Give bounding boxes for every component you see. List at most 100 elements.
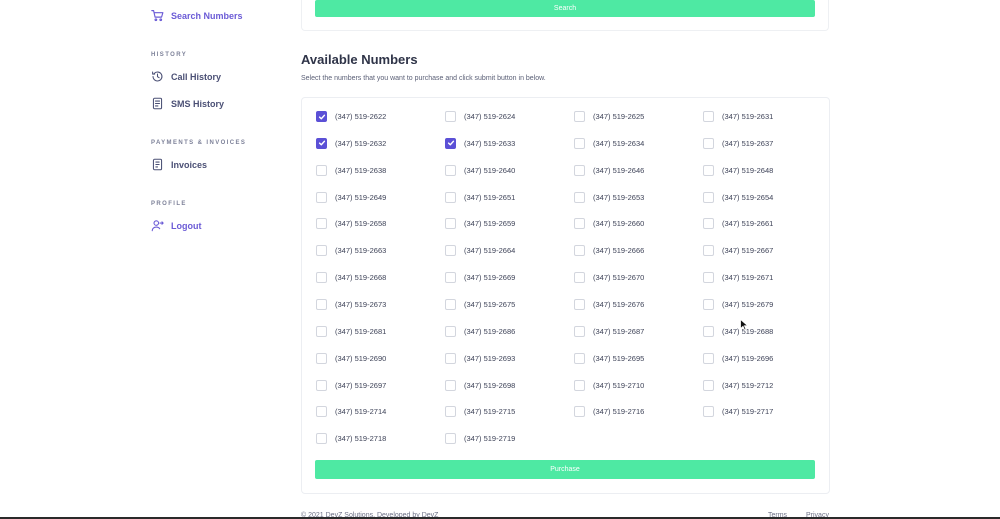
checkbox[interactable] [316,352,327,364]
number-option[interactable]: (347) 519-2649 [316,191,386,203]
checkbox[interactable] [445,298,456,310]
checkbox[interactable] [316,433,327,445]
checkbox[interactable] [445,191,456,203]
number-option[interactable]: (347) 519-2664 [445,245,515,257]
number-option[interactable]: (347) 519-2719 [445,433,515,445]
number-option[interactable]: (347) 519-2653 [574,191,644,203]
purchase-button[interactable]: Purchase [315,460,815,479]
checkbox-checked[interactable] [316,137,327,149]
number-option[interactable]: (347) 519-2666 [574,245,644,257]
number-option[interactable]: (347) 519-2696 [703,352,773,364]
checkbox[interactable] [703,325,714,337]
checkbox[interactable] [703,379,714,391]
checkbox[interactable] [316,218,327,230]
checkbox[interactable] [574,218,585,230]
checkbox[interactable] [445,245,456,257]
number-option[interactable]: (347) 519-2633 [445,137,515,149]
checkbox[interactable] [316,191,327,203]
sidebar-item-logout[interactable]: Logout [151,219,202,232]
number-option[interactable]: (347) 519-2658 [316,218,386,230]
number-option[interactable]: (347) 519-2632 [316,137,386,149]
checkbox-checked[interactable] [316,111,327,122]
checkbox[interactable] [703,352,714,364]
checkbox[interactable] [316,379,327,391]
search-button[interactable]: Search [315,0,815,17]
number-option[interactable]: (347) 519-2648 [703,164,773,176]
sidebar-item-sms-history[interactable]: SMS History [151,97,224,110]
number-option[interactable]: (347) 519-2638 [316,164,386,176]
checkbox[interactable] [703,191,714,203]
number-option[interactable]: (347) 519-2695 [574,352,644,364]
checkbox[interactable] [703,218,714,230]
number-option[interactable]: (347) 519-2675 [445,298,515,310]
checkbox[interactable] [445,433,456,445]
checkbox[interactable] [445,406,456,418]
number-option[interactable]: (347) 519-2676 [574,298,644,310]
checkbox[interactable] [574,379,585,391]
number-option[interactable]: (347) 519-2688 [703,325,773,337]
checkbox[interactable] [316,245,327,257]
number-option[interactable]: (347) 519-2659 [445,218,515,230]
number-option[interactable]: (347) 519-2669 [445,272,515,284]
checkbox[interactable] [574,111,585,122]
sidebar-item-invoices[interactable]: Invoices [151,158,207,171]
checkbox[interactable] [445,218,456,230]
checkbox[interactable] [445,272,456,284]
number-option[interactable]: (347) 519-2697 [316,379,386,391]
checkbox[interactable] [574,298,585,310]
checkbox[interactable] [445,325,456,337]
checkbox[interactable] [703,406,714,418]
number-option[interactable]: (347) 519-2661 [703,218,773,230]
number-option[interactable]: (347) 519-2651 [445,191,515,203]
checkbox[interactable] [574,406,585,418]
checkbox[interactable] [574,325,585,337]
number-option[interactable]: (347) 519-2715 [445,406,515,418]
number-option[interactable]: (347) 519-2670 [574,272,644,284]
number-option[interactable]: (347) 519-2716 [574,406,644,418]
sidebar-item-search-numbers[interactable]: Search Numbers [151,9,243,22]
checkbox-checked[interactable] [445,137,456,149]
checkbox[interactable] [574,352,585,364]
number-option[interactable]: (347) 519-2634 [574,137,644,149]
checkbox[interactable] [445,352,456,364]
checkbox[interactable] [703,245,714,257]
number-option[interactable]: (347) 519-2671 [703,272,773,284]
number-option[interactable]: (347) 519-2640 [445,164,515,176]
checkbox[interactable] [703,111,714,122]
number-option[interactable]: (347) 519-2622 [316,111,386,122]
number-option[interactable]: (347) 519-2714 [316,406,386,418]
sidebar-item-call-history[interactable]: Call History [151,70,221,83]
checkbox[interactable] [574,191,585,203]
number-option[interactable]: (347) 519-2687 [574,325,644,337]
number-option[interactable]: (347) 519-2646 [574,164,644,176]
number-option[interactable]: (347) 519-2718 [316,433,386,445]
checkbox[interactable] [316,164,327,176]
checkbox[interactable] [316,325,327,337]
number-option[interactable]: (347) 519-2710 [574,379,644,391]
number-option[interactable]: (347) 519-2668 [316,272,386,284]
number-option[interactable]: (347) 519-2631 [703,111,773,122]
number-option[interactable]: (347) 519-2712 [703,379,773,391]
checkbox[interactable] [703,298,714,310]
number-option[interactable]: (347) 519-2667 [703,245,773,257]
checkbox[interactable] [574,272,585,284]
checkbox[interactable] [703,164,714,176]
number-option[interactable]: (347) 519-2637 [703,137,773,149]
number-option[interactable]: (347) 519-2660 [574,218,644,230]
checkbox[interactable] [445,379,456,391]
checkbox[interactable] [574,245,585,257]
checkbox[interactable] [574,137,585,149]
number-option[interactable]: (347) 519-2717 [703,406,773,418]
checkbox[interactable] [445,164,456,176]
number-option[interactable]: (347) 519-2673 [316,298,386,310]
number-option[interactable]: (347) 519-2624 [445,111,515,122]
checkbox[interactable] [703,137,714,149]
number-option[interactable]: (347) 519-2690 [316,352,386,364]
number-option[interactable]: (347) 519-2693 [445,352,515,364]
number-option[interactable]: (347) 519-2663 [316,245,386,257]
checkbox[interactable] [445,111,456,122]
number-option[interactable]: (347) 519-2625 [574,111,644,122]
checkbox[interactable] [316,406,327,418]
number-option[interactable]: (347) 519-2681 [316,325,386,337]
number-option[interactable]: (347) 519-2654 [703,191,773,203]
